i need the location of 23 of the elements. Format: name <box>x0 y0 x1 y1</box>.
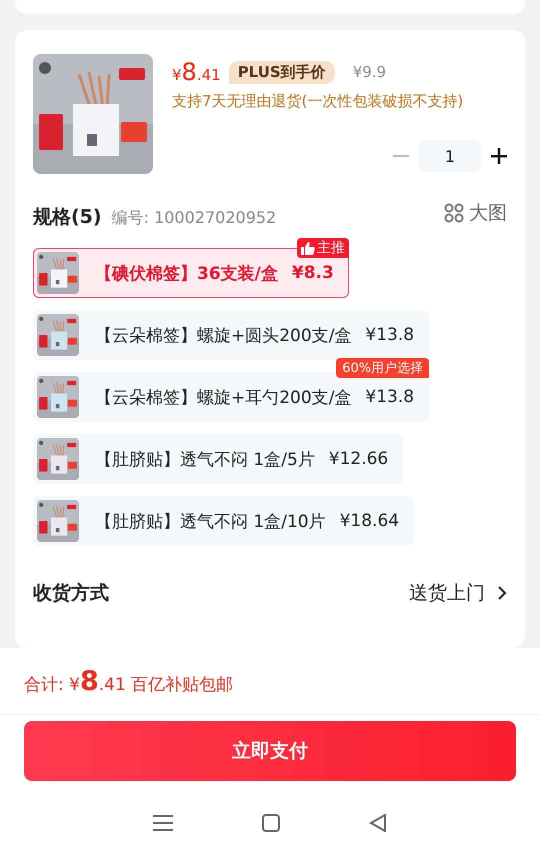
original-price: ¥9.9 <box>352 63 386 81</box>
spec-option[interactable]: 【肚脐贴】透气不闷 1盒/5片 ¥12.66 <box>33 434 404 484</box>
quantity-field[interactable]: 1 <box>419 140 481 172</box>
popular-badge: 60%用户选择 <box>336 358 430 378</box>
recommend-badge: 主推 <box>296 238 349 258</box>
plus-icon[interactable] <box>491 148 507 164</box>
spec-title: 规格(5) <box>33 205 102 230</box>
big-image-toggle[interactable]: 大图 <box>444 200 507 226</box>
chevron-right-icon <box>497 585 507 601</box>
sku-number: 编号: 100027020952 <box>112 208 276 229</box>
plus-price-tag: PLUS到手价 <box>228 60 335 84</box>
delivery-label: 收货方式 <box>33 581 109 606</box>
total-price: 合计: ¥8.41 百亿补贴包邮 <box>24 666 234 696</box>
price: ¥8.41 <box>172 58 221 86</box>
return-policy: 支持7天无理由退货(一次性包装破损不支持) <box>172 92 464 111</box>
grid-icon <box>444 203 464 223</box>
pay-button[interactable]: 立即支付 <box>24 721 516 781</box>
back-icon[interactable] <box>369 814 388 832</box>
spec-option[interactable]: 【云朵棉签】螺旋+圆头200支/盒 ¥13.8 <box>33 310 430 360</box>
delivery-option[interactable]: 送货上门 <box>409 580 507 606</box>
home-icon[interactable] <box>262 814 280 832</box>
menu-icon[interactable] <box>152 814 173 832</box>
spec-option[interactable]: 【肚脐贴】透气不闷 1盒/10片 ¥18.64 <box>33 496 414 546</box>
